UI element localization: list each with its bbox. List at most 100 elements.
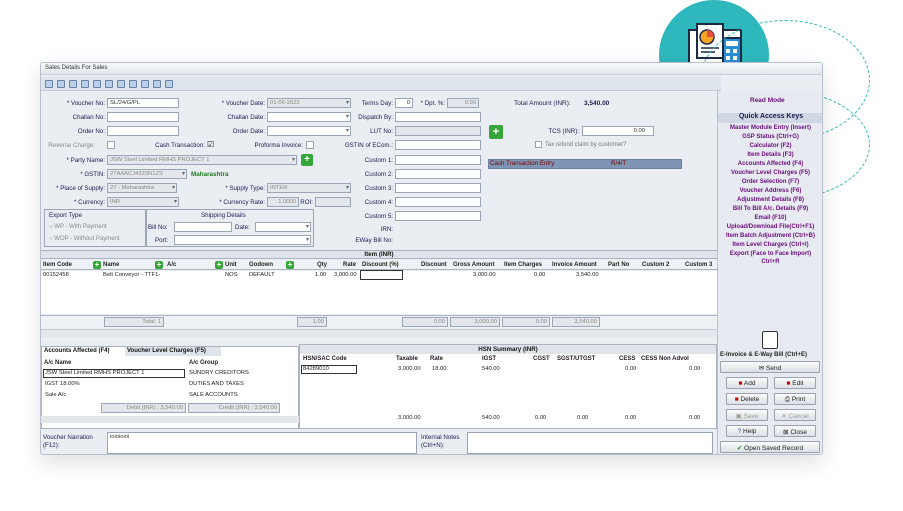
key-bill-to-bill[interactable]: Bill To Bill A/c. Details (F9) xyxy=(718,206,822,212)
add-ac-icon[interactable]: + xyxy=(215,261,223,269)
key-item-batch-adjustment[interactable]: Item Batch Adjustment (Ctrl+B) xyxy=(718,233,822,239)
col-godown[interactable]: Godown xyxy=(249,262,273,268)
key-calculator[interactable]: Calculator (F2) xyxy=(718,143,822,149)
voucher-no-field[interactable]: SL/24/G/PL xyxy=(107,98,179,108)
tab-voucher-level-charges[interactable]: Voucher Level Charges (F5) xyxy=(125,347,221,356)
key-upload-download[interactable]: Upload/Download File(Ctrl+F1) xyxy=(718,224,822,230)
col-qty[interactable]: Qty xyxy=(317,262,327,268)
narration-field[interactable]: ioioioioi xyxy=(107,432,417,454)
gstin-field[interactable]: 27AAACJ4323N1ZS xyxy=(107,169,187,179)
dispatch-by-field[interactable] xyxy=(395,112,481,122)
custom3-field[interactable] xyxy=(395,183,481,193)
col-rate[interactable]: Rate xyxy=(343,262,356,268)
col-item-code[interactable]: Item Code xyxy=(43,262,72,268)
open-icon[interactable] xyxy=(69,80,77,88)
new-icon[interactable] xyxy=(45,80,53,88)
lut-no-field[interactable] xyxy=(395,126,481,136)
col-custom2[interactable]: Custom 2 xyxy=(642,262,669,268)
help-button[interactable]: ? Help xyxy=(726,425,768,437)
close-button[interactable]: ⊠ Close xyxy=(774,425,816,437)
send-button[interactable]: ✉ Send xyxy=(720,361,820,373)
print-button[interactable]: ⎙ Print xyxy=(774,393,816,405)
bill-no-field[interactable] xyxy=(174,222,232,232)
mail-icon[interactable] xyxy=(105,80,113,88)
custom5-field[interactable] xyxy=(395,211,481,221)
key-voucher-level-charges[interactable]: Voucher Level Charges (F5) xyxy=(718,170,822,176)
save-button[interactable]: ▣ Save xyxy=(726,409,768,421)
tax-refund-checkbox[interactable] xyxy=(535,141,542,148)
custom1-field[interactable] xyxy=(395,155,481,165)
pen-icon[interactable] xyxy=(129,80,137,88)
place-of-supply-field[interactable]: 27 - Maharashtra xyxy=(107,183,177,193)
reverse-charge-checkbox[interactable] xyxy=(107,141,115,149)
accounts-hscrollbar[interactable] xyxy=(41,416,299,423)
party-name-field[interactable]: JSW Steel Limited RMHS PROJECT 1 xyxy=(107,155,297,165)
hsn-col-rate[interactable]: Rate xyxy=(430,356,443,362)
gstin-ecom-field[interactable] xyxy=(395,140,481,150)
key-accounts-affected[interactable]: Accounts Affected (F4) xyxy=(718,161,822,167)
help-icon[interactable] xyxy=(165,80,173,88)
items-hscrollbar[interactable] xyxy=(41,329,717,337)
cash-transaction-checkbox[interactable]: ☑ xyxy=(207,140,214,149)
challan-no-field[interactable] xyxy=(107,112,179,122)
col-discount[interactable]: Discount xyxy=(421,262,447,268)
key-order-selection[interactable]: Order Selection (F7) xyxy=(718,179,822,185)
col-gross-amount[interactable]: Gross Amount xyxy=(453,262,494,268)
key-email[interactable]: Email (F10) xyxy=(718,215,822,221)
hsn-col-code[interactable]: HSN/SAC Code xyxy=(303,356,347,362)
col-part-no[interactable]: Part No xyxy=(608,262,629,268)
voucher-date-field[interactable]: 01-06-2022 xyxy=(267,98,351,108)
add-name-icon[interactable]: + xyxy=(155,261,163,269)
add-item-icon[interactable]: + xyxy=(93,261,101,269)
edit-button[interactable]: ■ Edit xyxy=(774,377,816,389)
shipping-date-field[interactable] xyxy=(255,222,311,232)
tab-accounts-affected[interactable]: Accounts Affected (F4) xyxy=(42,347,124,356)
hsn-col-igst[interactable]: IGST xyxy=(482,356,496,362)
key-master-module[interactable]: Master Module Entry (Insert) xyxy=(718,125,822,131)
add-godown-icon[interactable]: + xyxy=(286,261,294,269)
tcs-field[interactable]: 0.00 xyxy=(582,126,654,136)
col-unit[interactable]: Unit xyxy=(225,262,237,268)
hsn-col-sgst[interactable]: SGST/UTGST xyxy=(557,356,595,362)
internal-notes-field[interactable] xyxy=(467,432,713,454)
wop-radio[interactable]: ○ WOP - Without Payment xyxy=(49,236,120,242)
key-export-shortcut[interactable]: Ctrl+R xyxy=(718,259,822,265)
key-voucher-address[interactable]: Voucher Address (F6) xyxy=(718,188,822,194)
currency-field[interactable]: INR xyxy=(107,197,179,207)
hsn-col-cess-non-advol[interactable]: CESS Non Advol xyxy=(641,356,689,362)
print-icon[interactable] xyxy=(93,80,101,88)
proforma-invoice-checkbox[interactable] xyxy=(306,141,314,149)
hsn-col-cgst[interactable]: CGST xyxy=(533,356,550,362)
cancel-button[interactable]: ✕ Cancel xyxy=(774,409,816,421)
add-button[interactable]: ■ Add xyxy=(726,377,768,389)
add-lut-icon[interactable]: + xyxy=(489,125,503,139)
custom4-field[interactable] xyxy=(395,197,481,207)
einvoice-icon[interactable] xyxy=(762,331,778,349)
add-party-icon[interactable]: + xyxy=(301,154,313,166)
key-item-level-charges[interactable]: Item Level Charges (Ctrl+I) xyxy=(718,242,822,248)
col-discount-pct[interactable]: Discount (%) xyxy=(362,262,399,268)
dpt-field[interactable]: 0.00 xyxy=(447,98,479,108)
wp-radio[interactable]: ○ WP - With Payment xyxy=(49,224,107,230)
col-invoice-amount[interactable]: Invoice Amount xyxy=(552,262,597,268)
key-adjustment-details[interactable]: Adjustment Details (F8) xyxy=(718,197,822,203)
hsn-col-cess[interactable]: CESS xyxy=(619,356,635,362)
row-discount-pct-edit[interactable] xyxy=(360,270,403,280)
copy-icon[interactable] xyxy=(81,80,89,88)
settings-icon[interactable] xyxy=(153,80,161,88)
col-custom3[interactable]: Custom 3 xyxy=(685,262,712,268)
terms-day-field[interactable]: 0 xyxy=(395,98,413,108)
key-item-details[interactable]: Item Details (F3) xyxy=(718,152,822,158)
col-ac[interactable]: A/c xyxy=(167,262,176,268)
refresh-icon[interactable] xyxy=(141,80,149,88)
col-name[interactable]: Name xyxy=(103,262,119,268)
col-item-charges[interactable]: Item Charges xyxy=(504,262,542,268)
open-saved-record-button[interactable]: ✔ Open Saved Record xyxy=(720,441,820,453)
attach-icon[interactable] xyxy=(117,80,125,88)
port-field[interactable] xyxy=(174,235,311,245)
hsn-col-taxable[interactable]: Taxable xyxy=(396,356,418,362)
key-export[interactable]: Export (Face to Face Import) xyxy=(718,251,822,257)
order-no-field[interactable] xyxy=(107,126,179,136)
currency-rate-field[interactable]: 1.0000 xyxy=(267,197,299,207)
custom2-field[interactable] xyxy=(395,169,481,179)
